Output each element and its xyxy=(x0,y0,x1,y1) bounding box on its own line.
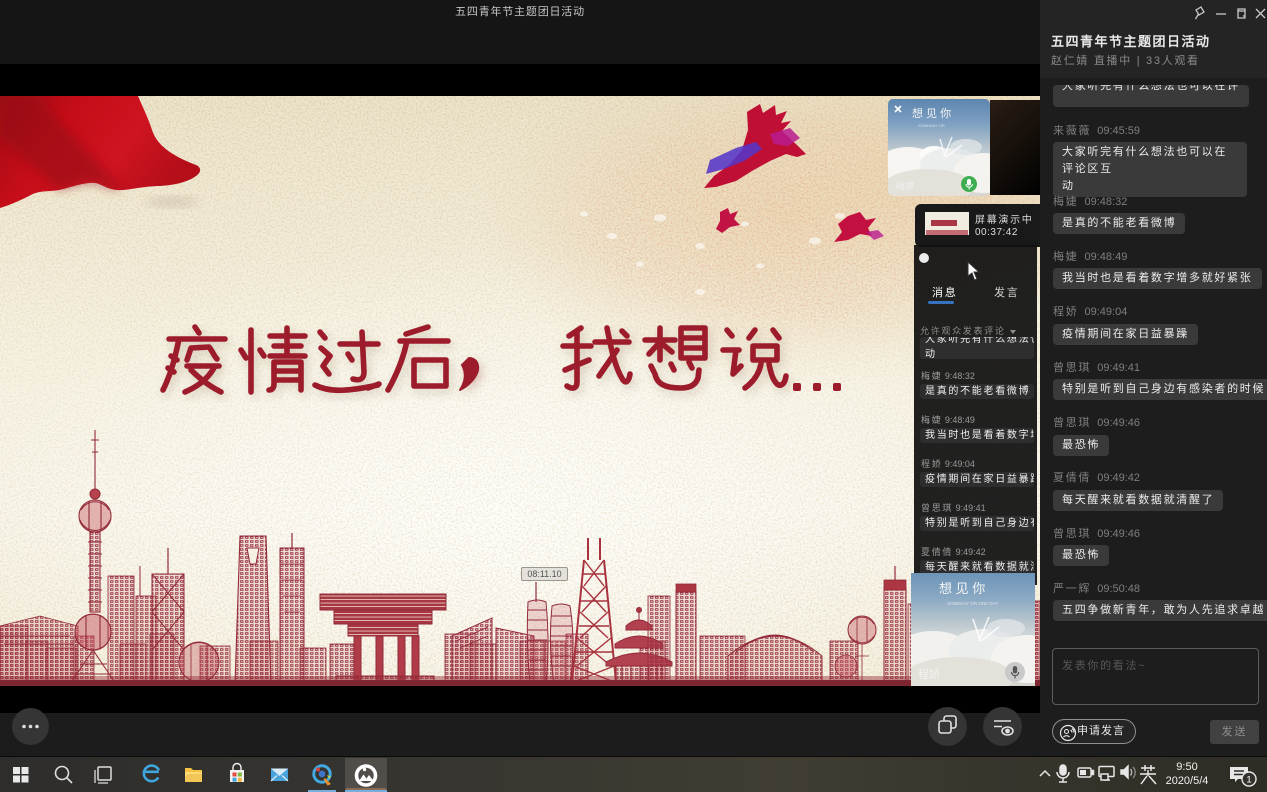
svg-text:程娇: 程娇 xyxy=(918,668,940,681)
svg-text:SOMEDAY OR ONE DAY: SOMEDAY OR ONE DAY xyxy=(947,601,998,606)
svg-text:想 见 你: 想 见 你 xyxy=(912,106,951,120)
svg-text:SOMEDAY OR: SOMEDAY OR xyxy=(918,123,945,128)
svg-text:想 见 你: 想 见 你 xyxy=(939,581,985,596)
svg-text:梅婕: 梅婕 xyxy=(896,180,914,191)
svg-text:1: 1 xyxy=(1246,775,1251,786)
